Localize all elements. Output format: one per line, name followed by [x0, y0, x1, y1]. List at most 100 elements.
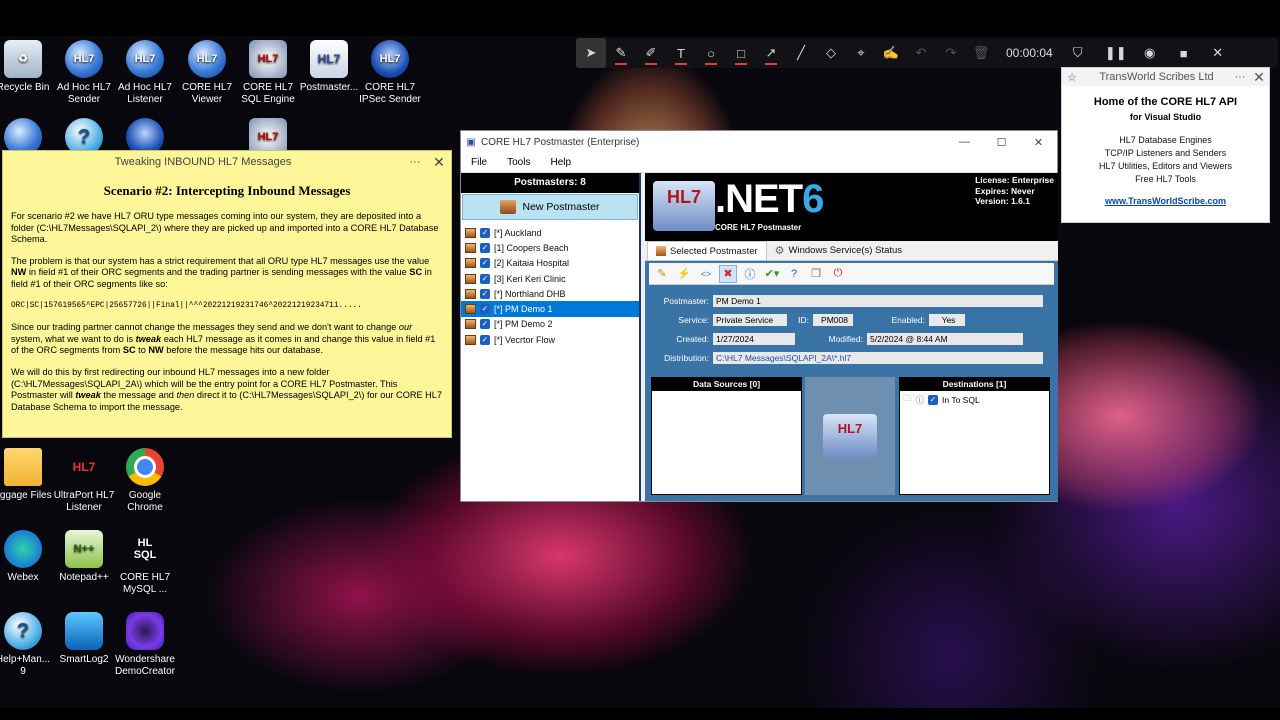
sql-engine-icon: HL7	[249, 40, 287, 78]
more-menu-icon[interactable]: ···	[1231, 71, 1249, 83]
info-icon[interactable]: ⓘ	[741, 265, 759, 283]
enabled-checkbox[interactable]: ✓	[480, 319, 490, 330]
distribution-field[interactable]: C:\HL7 Messages\SQLAPI_2A\*.hl7	[713, 351, 1043, 364]
menu-tools[interactable]: Tools	[497, 157, 540, 168]
stop-icon[interactable]: ⏻	[829, 265, 847, 283]
desktop-icon-ad-hoc-sender[interactable]: HL7 Ad Hoc HL7 Sender	[53, 40, 115, 106]
close-icon[interactable]: ✕	[427, 154, 451, 171]
enabled-checkbox[interactable]: ✓	[480, 273, 490, 284]
enabled-checkbox[interactable]: ✓	[928, 395, 939, 405]
close-icon[interactable]: ✕	[1249, 69, 1269, 86]
sticky-note: Tweaking INBOUND HL7 Messages ··· ✕ Scen…	[2, 150, 452, 438]
destinations-panel[interactable]: Destinations [1] 🗀 ⓘ ✓ In To SQL	[899, 377, 1050, 495]
desktop-icon-notepad[interactable]: N++ Notepad++	[53, 530, 115, 584]
spotlight-icon[interactable]: ⌖	[846, 38, 876, 68]
postmaster-item-keri-keri[interactable]: ✓ [3] Keri Keri Clinic	[461, 271, 639, 286]
product-name: CORE HL7 Postmaster	[715, 223, 802, 232]
circle-icon[interactable]: ○	[696, 38, 726, 68]
desktop-icon-smartlog[interactable]: SmartLog2	[53, 612, 115, 666]
postmaster-item-auckland[interactable]: ✓ [*] Auckland	[461, 225, 639, 240]
stop-icon[interactable]: ■	[1169, 38, 1199, 68]
promo-link[interactable]: www.TransWorldScribe.com	[1062, 196, 1269, 206]
shield-icon[interactable]: ⛉	[1063, 38, 1093, 68]
desktop-icon-postmaster[interactable]: HL7 Postmaster...	[298, 40, 360, 94]
tab-windows-service-status[interactable]: ⚙ Windows Service(s) Status	[767, 241, 910, 260]
desktop-icon-sql-engine[interactable]: HL7 CORE HL7 SQL Engine	[237, 40, 299, 106]
copy-icon[interactable]: ❐	[807, 265, 825, 283]
modified-field[interactable]: 5/2/2024 @ 8:44 AM	[867, 332, 1023, 345]
folder-icon	[4, 448, 42, 486]
clear-icon[interactable]: 🗑	[966, 38, 996, 68]
new-postmaster-button[interactable]: New Postmaster	[462, 194, 638, 220]
desktop-icon-democreator[interactable]: Wondershare DemoCreator	[114, 612, 176, 678]
desktop-icon-webex[interactable]: Webex	[0, 530, 54, 584]
desktop-icon-recycle-bin[interactable]: ♻ Recycle Bin	[0, 40, 54, 94]
menu-help[interactable]: Help	[540, 157, 581, 168]
postmaster-window: ▣ CORE HL7 Postmaster (Enterprise) — ☐ ✕…	[460, 130, 1058, 502]
pointer-icon[interactable]: ➤	[576, 38, 606, 68]
postmaster-label: [*] PM Demo 2	[494, 319, 553, 330]
desktop-icon-help-manual[interactable]: ? Help+Man... 9	[0, 612, 54, 678]
enable-check-icon[interactable]: ✔▾	[763, 265, 781, 283]
desktop-icon-label: CORE HL7 MySQL ...	[119, 572, 170, 595]
postmaster-item-pm-demo-2[interactable]: ✓ [*] PM Demo 2	[461, 317, 639, 332]
rectangle-icon[interactable]: □	[726, 38, 756, 68]
postmaster-item-northland[interactable]: ✓ [*] Northland DHB	[461, 286, 639, 301]
edit-icon[interactable]: ✎	[653, 265, 671, 283]
menu-file[interactable]: File	[461, 157, 497, 168]
pause-icon[interactable]: ❚❚	[1101, 38, 1131, 68]
tab-selected-postmaster[interactable]: Selected Postmaster	[647, 241, 767, 260]
maximize-icon[interactable]: ☐	[983, 136, 1020, 149]
building-icon	[465, 242, 476, 253]
enabled-checkbox[interactable]: ✓	[480, 242, 490, 253]
line-icon[interactable]: ╱	[786, 38, 816, 68]
close-icon[interactable]: ✕	[1203, 38, 1233, 68]
desktop-icon-ipsec-sender[interactable]: HL7 CORE HL7 IPSec Sender	[359, 40, 421, 106]
code-icon[interactable]: <>	[697, 265, 715, 283]
postmaster-item-pm-demo-1[interactable]: ✓ [*] PM Demo 1	[461, 301, 639, 317]
list-item: Free HL7 Tools	[1135, 174, 1196, 184]
desktop-icon-hl7-viewer[interactable]: HL7 CORE HL7 Viewer	[176, 40, 238, 106]
created-field[interactable]: 1/27/2024	[713, 332, 795, 345]
postmaster-item-coopers-beach[interactable]: ✓ [1] Coopers Beach	[461, 240, 639, 255]
smartlog-icon	[65, 612, 103, 650]
undo-icon[interactable]: ↶	[906, 38, 936, 68]
delete-icon[interactable]: ✖	[719, 264, 737, 283]
postmaster-name-field[interactable]: PM Demo 1	[713, 294, 1043, 307]
desktop-icon-ad-hoc-listener[interactable]: HL7 Ad Hoc HL7 Listener	[114, 40, 176, 106]
desktop-icon-baggage-files[interactable]: aggage Files	[0, 448, 54, 502]
pen-icon[interactable]: ✎	[606, 38, 636, 68]
help-icon[interactable]: ?	[785, 265, 803, 283]
postmaster-item-kaitaia[interactable]: ✓ [2] Kaitaia Hospital	[461, 256, 639, 271]
enabled-checkbox[interactable]: ✓	[480, 334, 490, 345]
postmaster-form: Postmaster: PM Demo 1 Service: Private S…	[645, 285, 1058, 367]
edit-icon[interactable]: ✍	[876, 38, 906, 68]
star-icon[interactable]: ☆	[1062, 71, 1082, 84]
enabled-checkbox[interactable]: ✓	[480, 288, 490, 299]
data-sources-panel[interactable]: Data Sources [0]	[651, 377, 802, 495]
service-field[interactable]: Private Service	[713, 313, 787, 326]
desktop-icon-chrome[interactable]: Google Chrome	[114, 448, 176, 514]
modified-label: Modified:	[828, 333, 864, 344]
id-field[interactable]: PM008	[813, 313, 853, 326]
arrow-icon[interactable]: ↗	[756, 38, 786, 68]
enabled-checkbox[interactable]: ✓	[480, 227, 490, 238]
enabled-checkbox[interactable]: ✓	[480, 258, 490, 269]
highlighter-icon[interactable]: ✐	[636, 38, 666, 68]
license-text: License: Enterprise	[975, 175, 1054, 185]
desktop-icon-ultraport[interactable]: HL7 UltraPort HL7 Listener	[53, 448, 115, 514]
eraser-icon[interactable]: ◇	[816, 38, 846, 68]
postmaster-item-vecrtor-flow[interactable]: ✓ [*] Vecrtor Flow	[461, 332, 639, 347]
redo-icon[interactable]: ↷	[936, 38, 966, 68]
destination-item[interactable]: 🗀 ⓘ ✓ In To SQL	[900, 391, 1049, 409]
tab-label: Windows Service(s) Status	[788, 245, 903, 256]
enabled-checkbox[interactable]: ✓	[480, 304, 490, 315]
record-icon[interactable]: ◉	[1135, 38, 1165, 68]
close-icon[interactable]: ✕	[1020, 136, 1057, 149]
lightning-icon[interactable]: ⚡	[675, 265, 693, 283]
enabled-field[interactable]: Yes	[929, 313, 965, 326]
text-icon[interactable]: T	[666, 38, 696, 68]
minimize-icon[interactable]: —	[946, 136, 983, 148]
more-menu-icon[interactable]: ···	[403, 156, 427, 168]
desktop-icon-mysql[interactable]: HL SQL CORE HL7 MySQL ...	[114, 530, 176, 596]
